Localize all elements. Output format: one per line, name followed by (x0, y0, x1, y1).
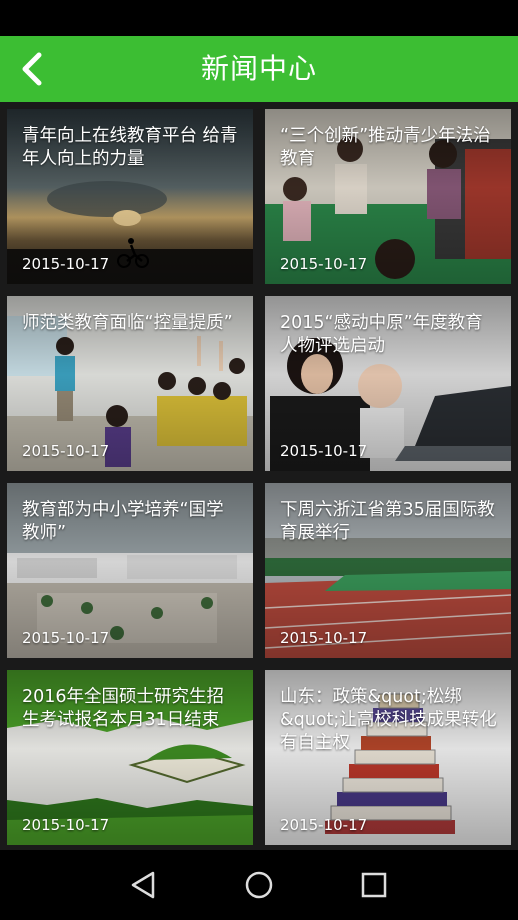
nav-home-button[interactable] (242, 868, 276, 902)
news-card[interactable]: 师范类教育面临“控量提质” 2015-10-17 (7, 296, 253, 471)
system-nav-bar (0, 850, 518, 920)
news-title: “三个创新”推动青少年法治教育 (280, 126, 491, 169)
news-title: 师范类教育面临“控量提质” (22, 313, 233, 333)
app-bar: 新闻中心 (0, 36, 518, 102)
news-title: 山东：政策&quot;松绑&quot;让高校科技成果转化有自主权 (280, 687, 497, 753)
news-title: 教育部为中小学培养“国学教师” (22, 500, 224, 543)
news-date: 2015-10-17 (22, 442, 110, 460)
news-grid: 青年向上在线教育平台 给青年人向上的力量 2015-10-17 “三个创新”推动… (0, 102, 518, 850)
news-title: 下周六浙江省第35届国际教育展举行 (280, 500, 495, 543)
news-card[interactable]: 下周六浙江省第35届国际教育展举行 2015-10-17 (265, 483, 511, 658)
news-card[interactable]: 青年向上在线教育平台 给青年人向上的力量 2015-10-17 (7, 109, 253, 284)
news-title: 青年向上在线教育平台 给青年人向上的力量 (22, 126, 238, 169)
news-date: 2015-10-17 (22, 816, 110, 834)
news-card[interactable]: 2015“感动中原”年度教育人物评选启动 2015-10-17 (265, 296, 511, 471)
back-triangle-icon (131, 871, 155, 899)
news-date: 2015-10-17 (22, 629, 110, 647)
news-title: 2016年全国硕士研究生招生考试报名本月31日结束 (22, 687, 225, 730)
news-title: 2015“感动中原”年度教育人物评选启动 (280, 313, 483, 356)
news-card[interactable]: 教育部为中小学培养“国学教师” 2015-10-17 (7, 483, 253, 658)
news-date: 2015-10-17 (280, 442, 368, 460)
news-date: 2015-10-17 (22, 255, 110, 273)
news-date: 2015-10-17 (280, 255, 368, 273)
news-card[interactable]: 2016年全国硕士研究生招生考试报名本月31日结束 2015-10-17 (7, 670, 253, 845)
news-date: 2015-10-17 (280, 629, 368, 647)
news-card[interactable]: “三个创新”推动青少年法治教育 2015-10-17 (265, 109, 511, 284)
status-bar (0, 0, 518, 36)
recents-square-icon (361, 872, 387, 898)
news-card[interactable]: 山东：政策&quot;松绑&quot;让高校科技成果转化有自主权 2015-10… (265, 670, 511, 845)
nav-recents-button[interactable] (357, 868, 391, 902)
page-title: 新闻中心 (200, 52, 317, 85)
news-date: 2015-10-17 (280, 816, 368, 834)
home-circle-icon (245, 871, 273, 899)
nav-back-button[interactable] (126, 868, 160, 902)
